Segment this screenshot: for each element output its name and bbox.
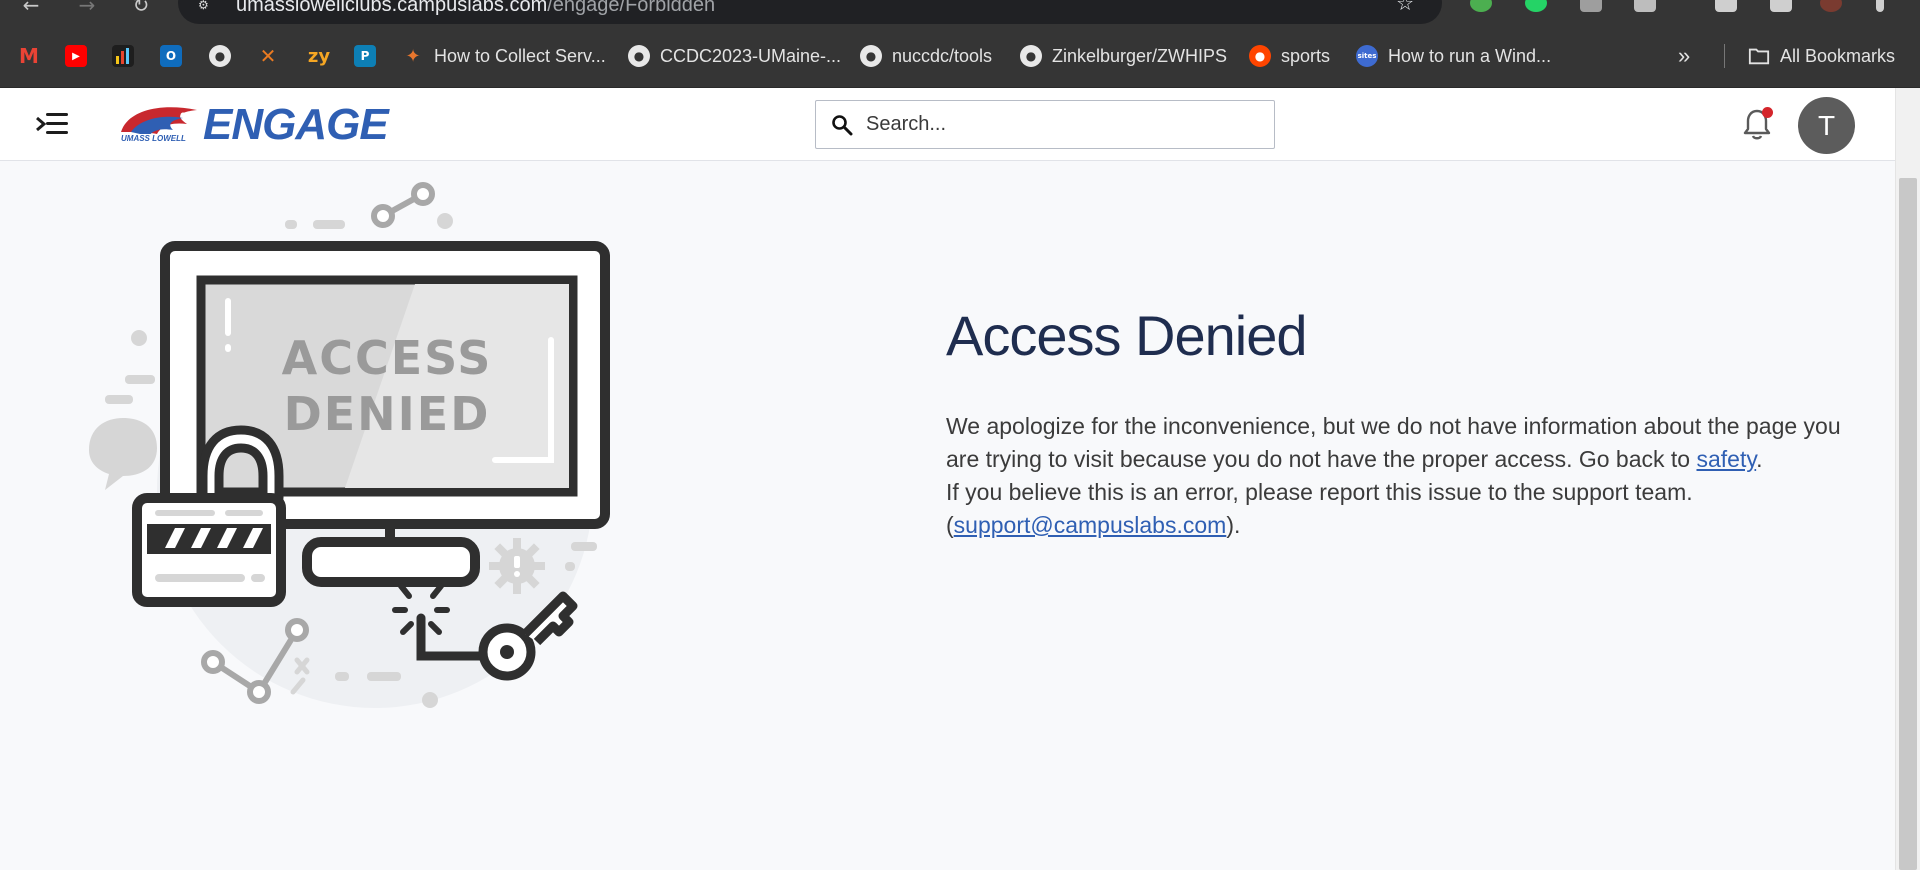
folder-icon bbox=[1748, 45, 1770, 67]
bookmarks-bar: M ▶ O ● ✕ zy P ✦ How to Collect Serv... ●… bbox=[0, 28, 1920, 88]
bookmark-zwhips[interactable]: ● Zinkelburger/ZWHIPS bbox=[1020, 42, 1227, 70]
x-mark-icon: ✕ bbox=[259, 44, 277, 68]
bookmark-label: How to run a Wind... bbox=[1388, 45, 1552, 66]
bookmark-github[interactable]: ● bbox=[209, 42, 241, 70]
bookmark-youtube[interactable]: ▶ bbox=[65, 42, 97, 70]
screen-message: ACCESS DENIED bbox=[201, 280, 573, 492]
bookmark-nuccdc-tools[interactable]: ● nuccdc/tools bbox=[860, 42, 992, 70]
sites-icon: sites bbox=[1356, 45, 1378, 67]
browser-menu-icon[interactable] bbox=[1876, 0, 1884, 12]
bookmark-ccdc2023[interactable]: ● CCDC2023-UMaine-... bbox=[628, 42, 841, 70]
all-bookmarks-label: All Bookmarks bbox=[1780, 45, 1896, 66]
app-header: UMASS LOWELL ENGAGE T bbox=[0, 88, 1895, 161]
back-icon[interactable]: ← bbox=[18, 0, 44, 16]
scrollbar-thumb[interactable] bbox=[1899, 178, 1917, 870]
punctuation: . bbox=[1756, 446, 1763, 472]
logo-subtext: UMASS LOWELL bbox=[119, 134, 188, 143]
screen-text-line1: ACCESS bbox=[281, 331, 493, 385]
engage-logo[interactable]: UMASS LOWELL ENGAGE bbox=[117, 102, 389, 148]
bookmark-label: Zinkelburger/ZWHIPS bbox=[1052, 45, 1228, 66]
forward-icon[interactable]: → bbox=[74, 0, 100, 16]
side-panel-icon[interactable] bbox=[1770, 0, 1792, 12]
logo-wordmark: ENGAGE bbox=[203, 100, 389, 149]
outlook-icon: O bbox=[160, 45, 182, 67]
bookmarks-separator bbox=[1724, 44, 1725, 68]
whatsapp-icon[interactable] bbox=[1525, 0, 1547, 12]
punctuation: ( bbox=[946, 512, 954, 538]
all-bookmarks-button[interactable]: All Bookmarks bbox=[1748, 42, 1895, 70]
bookmark-pearson[interactable]: P bbox=[354, 42, 386, 70]
bookmarks-overflow-button[interactable]: » bbox=[1678, 42, 1690, 70]
notification-badge bbox=[1762, 107, 1773, 118]
support-email-link[interactable]: support@campuslabs.com bbox=[954, 512, 1227, 538]
bookmark-how-to-run[interactable]: sites How to run a Wind... bbox=[1356, 42, 1551, 70]
error-message: We apologize for the inconvenience, but … bbox=[946, 410, 1846, 476]
access-denied-illustration: ACCESS DENIED bbox=[85, 180, 625, 720]
pearson-icon: P bbox=[354, 45, 376, 67]
bookmark-gmail[interactable]: M bbox=[18, 42, 50, 70]
bookmark-label: sports bbox=[1281, 45, 1331, 66]
zybooks-icon: zy bbox=[307, 45, 331, 67]
profile-icon[interactable] bbox=[1820, 0, 1842, 12]
bookmark-star-icon[interactable]: ☆ bbox=[1396, 0, 1414, 15]
overflow-label: » bbox=[1678, 43, 1691, 68]
bookmark-label: CCDC2023-UMaine-... bbox=[660, 45, 842, 66]
extensions-puzzle-icon[interactable] bbox=[1634, 0, 1656, 12]
bookmark-label: nuccdc/tools bbox=[892, 45, 993, 66]
report-message: If you believe this is an error, please … bbox=[946, 476, 1846, 509]
support-contact: (support@campuslabs.com). bbox=[946, 509, 1846, 542]
bookmark-sports[interactable]: ● sports bbox=[1249, 42, 1330, 70]
site-info-icon[interactable]: ⚙ bbox=[198, 0, 216, 12]
github-icon: ● bbox=[209, 45, 231, 67]
avatar-initial: T bbox=[1817, 109, 1836, 141]
chevron-right-icon bbox=[36, 116, 46, 132]
page-scrollbar[interactable] bbox=[1895, 88, 1920, 870]
reload-icon[interactable]: ↻ bbox=[128, 0, 154, 16]
github-icon: ● bbox=[628, 45, 650, 67]
page-title: Access Denied bbox=[946, 304, 1308, 367]
bookmark-outlook[interactable]: O bbox=[160, 42, 192, 70]
user-avatar[interactable]: T bbox=[1798, 97, 1855, 154]
gmail-icon: M bbox=[19, 44, 39, 68]
puzzle-icon: ✦ bbox=[405, 45, 421, 67]
bookmark-label: How to Collect Serv... bbox=[434, 45, 606, 66]
search-box[interactable] bbox=[815, 100, 1275, 149]
bookmark-how-to-collect[interactable]: ✦ How to Collect Serv... bbox=[402, 42, 606, 70]
address-bar[interactable]: ⚙ umasslowellclubs.campuslabs.com/engage… bbox=[178, 0, 1442, 24]
downloads-icon[interactable] bbox=[1715, 0, 1737, 12]
url-text: umasslowellclubs.campuslabs.com/engage/F… bbox=[236, 0, 716, 16]
search-input[interactable] bbox=[866, 102, 1266, 147]
github-icon: ● bbox=[860, 45, 882, 67]
main-content: Access Denied We apologize for the incon… bbox=[946, 296, 1846, 542]
bar-chart-icon bbox=[112, 45, 134, 67]
menu-toggle-button[interactable] bbox=[34, 110, 68, 138]
safety-link[interactable]: safety bbox=[1696, 446, 1756, 472]
extension-icon[interactable] bbox=[1580, 0, 1602, 12]
bookmark-x[interactable]: ✕ bbox=[257, 42, 289, 70]
bookmark-zybooks[interactable]: zy bbox=[305, 42, 343, 70]
screen-text-line2: DENIED bbox=[283, 387, 491, 441]
search-icon bbox=[832, 115, 853, 136]
punctuation: ). bbox=[1226, 512, 1241, 538]
github-icon: ● bbox=[1020, 45, 1042, 67]
youtube-icon: ▶ bbox=[65, 45, 87, 67]
report-text: If you believe this is an error, please … bbox=[946, 479, 1693, 505]
bookmark-chart[interactable] bbox=[112, 42, 144, 70]
extension-shield-icon[interactable] bbox=[1470, 0, 1492, 12]
browser-toolbar: ← → ↻ ⚙ umasslowellclubs.campuslabs.com/… bbox=[0, 0, 1920, 28]
reddit-icon: ● bbox=[1249, 45, 1271, 67]
